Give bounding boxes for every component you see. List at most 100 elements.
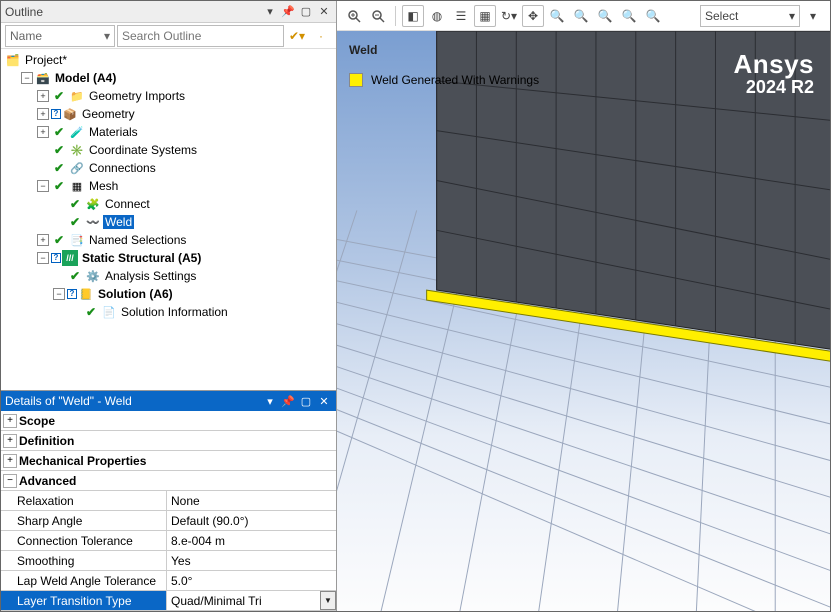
search-input[interactable] <box>117 25 284 47</box>
expand-icon[interactable]: + <box>37 108 49 120</box>
collapse-icon[interactable]: − <box>3 474 17 488</box>
details-title: Details of "Weld" - Weld <box>5 394 260 408</box>
section-advanced[interactable]: − Advanced <box>1 471 336 491</box>
prop-value[interactable]: Default (90.0°) <box>167 511 336 530</box>
prop-relaxation[interactable]: Relaxation None <box>1 491 336 511</box>
canvas-3d[interactable]: Weld Weld Generated With Warnings Ansys … <box>337 31 830 611</box>
prop-layer-transition[interactable]: Layer Transition Type Quad/Minimal Tri ▼ <box>1 591 336 611</box>
selection-mode-dropdown[interactable]: Select ▾ <box>700 5 800 27</box>
expand-icon[interactable]: + <box>3 434 17 448</box>
prop-smoothing[interactable]: Smoothing Yes <box>1 551 336 571</box>
section-scope[interactable]: + Scope <box>1 411 336 431</box>
prop-value[interactable]: 5.0° <box>167 571 336 590</box>
shaded-icon[interactable]: ◍ <box>426 5 448 27</box>
tree-item-connections[interactable]: ✔ 🔗 Connections <box>37 159 336 177</box>
named-sel-icon: 📑 <box>69 232 85 248</box>
tree-view[interactable]: 🗂️ Project* − 🗃️ Model (A4) + ✔ 📁 <box>1 49 336 390</box>
tree-label-selected: Weld <box>103 215 134 229</box>
collapse-icon[interactable]: − <box>37 252 49 264</box>
tree-item-model[interactable]: − 🗃️ Model (A4) <box>21 69 336 87</box>
prop-value-dropdown[interactable]: Quad/Minimal Tri ▼ <box>167 591 336 610</box>
prop-value[interactable]: Yes <box>167 551 336 570</box>
toolbar-extra-icon[interactable]: ▾ <box>802 5 824 27</box>
dropdown-label: Select <box>705 9 738 23</box>
chevron-down-icon[interactable]: ▼ <box>320 591 336 610</box>
tree-item-geometry[interactable]: + ? 📦 Geometry <box>37 105 336 123</box>
tree-item-materials[interactable]: + ✔ 🧪 Materials <box>37 123 336 141</box>
zoom-box-icon[interactable]: 🔍 <box>570 5 592 27</box>
zoom-fwd-icon[interactable]: 🔍 <box>642 5 664 27</box>
prop-value[interactable]: 8.e-004 m <box>167 531 336 550</box>
expand-icon[interactable]: + <box>37 90 49 102</box>
tree-item-mesh[interactable]: − ✔ ▦ Mesh <box>37 177 336 195</box>
prop-sharp-angle[interactable]: Sharp Angle Default (90.0°) <box>1 511 336 531</box>
check-icon: ✔ <box>51 88 67 104</box>
tree-item-project[interactable]: 🗂️ Project* <box>5 51 336 69</box>
prop-value[interactable]: None <box>167 491 336 510</box>
section-definition[interactable]: + Definition <box>1 431 336 451</box>
outline-header: Outline ▾ 📌 ▢ ✕ <box>1 1 336 23</box>
section-label: Scope <box>19 414 55 428</box>
tree-label: Named Selections <box>87 233 188 247</box>
project-icon: 🗂️ <box>5 52 21 68</box>
tree-label: Model (A4) <box>53 71 118 85</box>
collapse-icon[interactable]: − <box>21 72 33 84</box>
tree-item-mesh-weld[interactable]: ✔ 〰️ Weld <box>53 213 336 231</box>
check-icon: ✔ <box>83 304 99 320</box>
tree-item-geometry-imports[interactable]: + ✔ 📁 Geometry Imports <box>37 87 336 105</box>
outline-title: Outline <box>5 5 260 19</box>
chevron-down-icon: ▾ <box>104 29 110 43</box>
zoom-in-icon[interactable] <box>343 5 365 27</box>
zoom-back-icon[interactable]: 🔍 <box>618 5 640 27</box>
details-header: Details of "Weld" - Weld ▾ 📌 ▢ ✕ <box>1 391 336 411</box>
tree-item-analysis-settings[interactable]: ✔ ⚙️ Analysis Settings <box>53 267 336 285</box>
perspective-icon[interactable]: ▦ <box>474 5 496 27</box>
tree-item-solution-info[interactable]: ✔ 📄 Solution Information <box>69 303 336 321</box>
prop-conn-tol[interactable]: Connection Tolerance 8.e-004 m <box>1 531 336 551</box>
section-mech[interactable]: + Mechanical Properties <box>1 451 336 471</box>
maximize-icon[interactable]: ▢ <box>298 393 314 409</box>
tree-label: Analysis Settings <box>103 269 198 283</box>
dropdown-icon[interactable]: ▾ <box>262 393 278 409</box>
tree-item-static[interactable]: − ? /// Static Structural (A5) <box>37 249 336 267</box>
prop-lap-weld[interactable]: Lap Weld Angle Tolerance 5.0° <box>1 571 336 591</box>
tree-label: Project* <box>23 53 69 67</box>
tree-label: Solution (A6) <box>96 287 175 301</box>
zoom-fit-icon[interactable]: 🔍 <box>546 5 568 27</box>
pin-icon[interactable]: 📌 <box>280 4 296 20</box>
zoom-actual-icon[interactable]: 🔍 <box>594 5 616 27</box>
prop-label: Layer Transition Type <box>1 591 167 610</box>
display-mode-icon[interactable]: ◧ <box>402 5 424 27</box>
collapse-icon[interactable]: − <box>53 288 65 300</box>
outline-panel: Outline ▾ 📌 ▢ ✕ Name ▾ ✔▾ · 🗂️ Project* <box>1 1 336 391</box>
zoom-out-icon[interactable] <box>367 5 389 27</box>
close-icon[interactable]: ✕ <box>316 393 332 409</box>
tree-item-named-selections[interactable]: + ✔ 📑 Named Selections <box>37 231 336 249</box>
tree-item-coord[interactable]: ✔ ✳️ Coordinate Systems <box>37 141 336 159</box>
search-option-icon[interactable]: ✔▾ <box>286 25 308 47</box>
expand-icon[interactable]: + <box>37 234 49 246</box>
dropdown-icon[interactable]: ▾ <box>262 4 278 20</box>
tree-item-mesh-connect[interactable]: ✔ 🧩 Connect <box>53 195 336 213</box>
pan-icon[interactable]: ✥ <box>522 5 544 27</box>
search-clear-icon[interactable]: · <box>310 25 332 47</box>
check-icon: ✔ <box>67 214 83 230</box>
brand-logo: Ansys <box>733 51 814 77</box>
expand-icon[interactable]: + <box>3 454 17 468</box>
maximize-icon[interactable]: ▢ <box>298 4 314 20</box>
expand-icon[interactable]: + <box>37 126 49 138</box>
pin-icon[interactable]: 📌 <box>280 393 296 409</box>
rotate-icon[interactable]: ↻▾ <box>498 5 520 27</box>
viewport-title: Weld <box>349 43 377 57</box>
close-icon[interactable]: ✕ <box>316 4 332 20</box>
tree-label: Connect <box>103 197 152 211</box>
tree-item-solution[interactable]: − ? 📒 Solution (A6) <box>53 285 336 303</box>
prop-label: Lap Weld Angle Tolerance <box>1 571 167 590</box>
collapse-icon[interactable]: − <box>37 180 49 192</box>
question-icon: ? <box>67 289 77 299</box>
expand-icon[interactable]: + <box>3 414 17 428</box>
filter-type-dropdown[interactable]: Name ▾ <box>5 25 115 47</box>
check-icon: ✔ <box>51 232 67 248</box>
wireframe-icon[interactable]: ☰ <box>450 5 472 27</box>
filter-type-label: Name <box>10 29 42 43</box>
